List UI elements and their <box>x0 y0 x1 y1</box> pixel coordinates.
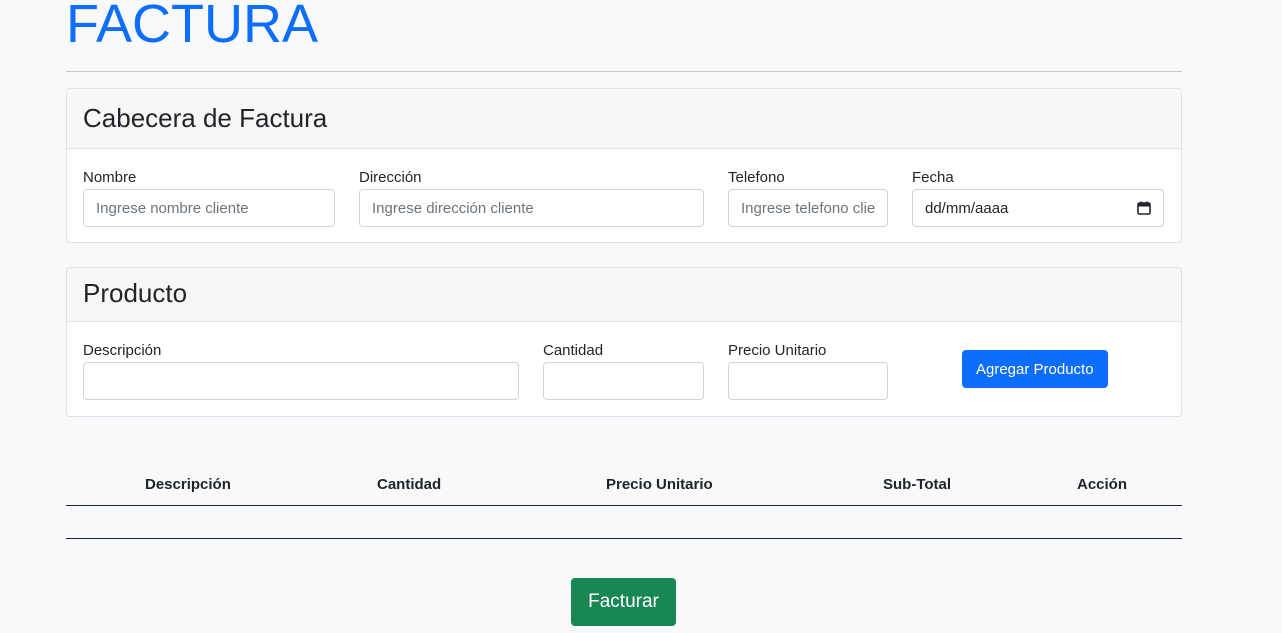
cantidad-input[interactable] <box>543 362 704 400</box>
cantidad-label: Cantidad <box>543 342 604 359</box>
fecha-label: Fecha <box>912 169 954 186</box>
precio-unitario-input[interactable] <box>728 362 888 400</box>
direccion-input[interactable] <box>359 189 704 227</box>
direccion-label: Dirección <box>359 169 422 186</box>
descripcion-label: Descripción <box>83 342 162 359</box>
table-header-divider <box>66 505 1182 506</box>
telefono-input[interactable] <box>728 189 888 227</box>
table-header-precio-unitario: Precio Unitario <box>606 476 713 493</box>
fecha-value: dd/mm/aaaa <box>925 199 1009 217</box>
table-header-accion: Acción <box>1077 476 1128 493</box>
table-header-cantidad: Cantidad <box>377 476 442 493</box>
add-product-button[interactable]: Agregar Producto <box>962 350 1108 388</box>
table-header-sub-total: Sub-Total <box>883 476 952 493</box>
title-divider <box>66 71 1182 72</box>
calendar-icon[interactable] <box>1137 201 1151 215</box>
descripcion-input[interactable] <box>83 362 519 400</box>
fecha-input[interactable]: dd/mm/aaaa <box>912 189 1164 227</box>
page-title: FACTURA <box>66 0 319 54</box>
telefono-label: Telefono <box>728 169 785 186</box>
invoice-header-card-title: Cabecera de Factura <box>67 89 1181 149</box>
table-header-descripcion: Descripción <box>145 476 231 493</box>
nombre-input[interactable] <box>83 189 335 227</box>
product-card: Producto Descripción Cantidad Precio Uni… <box>66 267 1182 417</box>
facturar-button[interactable]: Facturar <box>571 578 676 626</box>
invoice-header-card-body: Nombre Dirección Telefono Fecha dd/mm/aa… <box>67 149 1181 242</box>
table-bottom-divider <box>66 538 1182 539</box>
nombre-label: Nombre <box>83 169 137 186</box>
product-card-title: Producto <box>67 268 1181 322</box>
precio-unitario-label: Precio Unitario <box>728 342 827 359</box>
invoice-header-card: Cabecera de Factura Nombre Dirección Tel… <box>66 88 1182 243</box>
product-card-body: Descripción Cantidad Precio Unitario Agr… <box>67 322 1181 416</box>
